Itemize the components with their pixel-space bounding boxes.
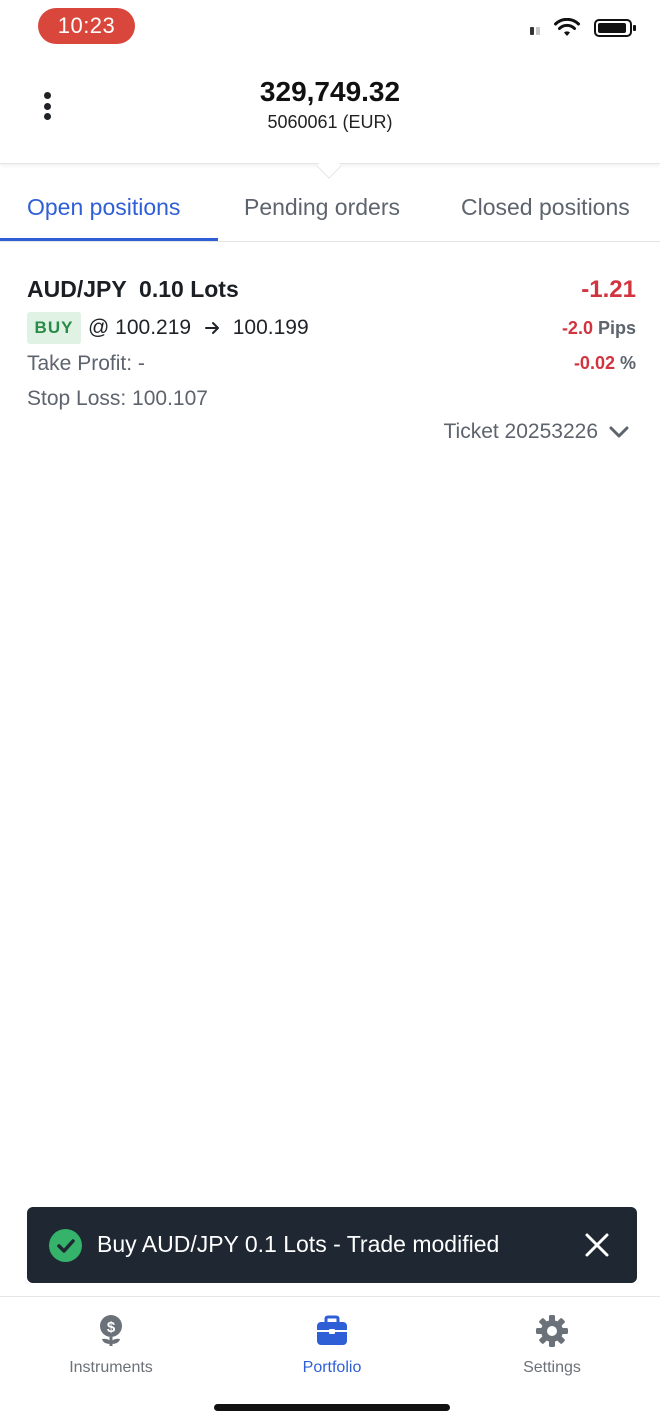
account-balance: 329,749.32 <box>259 76 401 107</box>
chevron-down-icon <box>609 426 629 438</box>
percent-value: -0.02 <box>573 353 615 373</box>
portfolio-tabs: Open positions Pending orders Closed pos… <box>0 172 660 242</box>
nav-label-portfolio: Portfolio <box>302 1359 362 1376</box>
arrow-right-icon <box>204 322 219 335</box>
tab-pending-orders[interactable]: Pending orders <box>244 194 400 221</box>
nav-label-instruments: Instruments <box>69 1359 153 1376</box>
active-tab-indicator <box>0 238 218 241</box>
buy-badge: BUY <box>27 312 81 344</box>
ticket-expand-button[interactable]: Ticket 20253226 <box>444 420 631 444</box>
position-percent: -0.02 % <box>574 353 636 374</box>
gear-icon <box>536 1315 568 1347</box>
tab-closed-positions[interactable]: Closed positions <box>461 194 630 221</box>
stop-loss: Stop Loss: 100.107 <box>27 387 208 410</box>
account-number: 5060061 (EUR) <box>267 112 393 132</box>
battery-icon <box>594 19 636 37</box>
take-profit: Take Profit: - <box>27 352 145 375</box>
account-header: 329,749.32 5060061 (EUR) <box>0 60 660 179</box>
toast-message: Buy AUD/JPY 0.1 Lots - Trade modified <box>97 1231 500 1257</box>
pips-value: -2.0 <box>561 318 593 338</box>
position-prices: @ 100.219 100.199 <box>88 316 309 340</box>
cellular-signal-icon <box>530 21 540 35</box>
svg-text:$: $ <box>107 1319 116 1336</box>
home-indicator[interactable] <box>214 1404 450 1411</box>
money-plant-icon: $ <box>100 1315 122 1346</box>
nav-label-settings: Settings <box>523 1359 581 1376</box>
trade-toast: Buy AUD/JPY 0.1 Lots - Trade modified <box>27 1207 637 1283</box>
percent-unit: % <box>619 353 636 373</box>
current-price: 100.199 <box>232 316 309 339</box>
wifi-icon <box>554 18 580 36</box>
nav-instruments[interactable]: $ Instruments <box>31 1313 191 1377</box>
position-row[interactable]: AUD/JPY 0.10 Lots -1.21 BUY @ 100.219 10… <box>0 258 660 458</box>
position-pips: -2.0 Pips <box>562 318 636 339</box>
tab-open-positions[interactable]: Open positions <box>27 194 180 221</box>
open-price: @ 100.219 <box>88 316 192 339</box>
close-icon[interactable] <box>583 1231 611 1259</box>
briefcase-icon <box>317 1315 347 1345</box>
status-time: 10:23 <box>38 8 135 44</box>
nav-settings[interactable]: Settings <box>472 1313 632 1377</box>
check-circle-icon <box>49 1229 82 1262</box>
nav-portfolio[interactable]: Portfolio <box>252 1313 412 1377</box>
status-icons <box>530 18 638 38</box>
position-symbol: AUD/JPY 0.10 Lots <box>27 276 239 302</box>
ticket-label: Ticket 20253226 <box>443 420 599 443</box>
status-bar: 10:23 <box>0 0 660 60</box>
pips-unit: Pips <box>597 318 636 338</box>
position-profit-loss: -1.21 <box>581 276 636 303</box>
